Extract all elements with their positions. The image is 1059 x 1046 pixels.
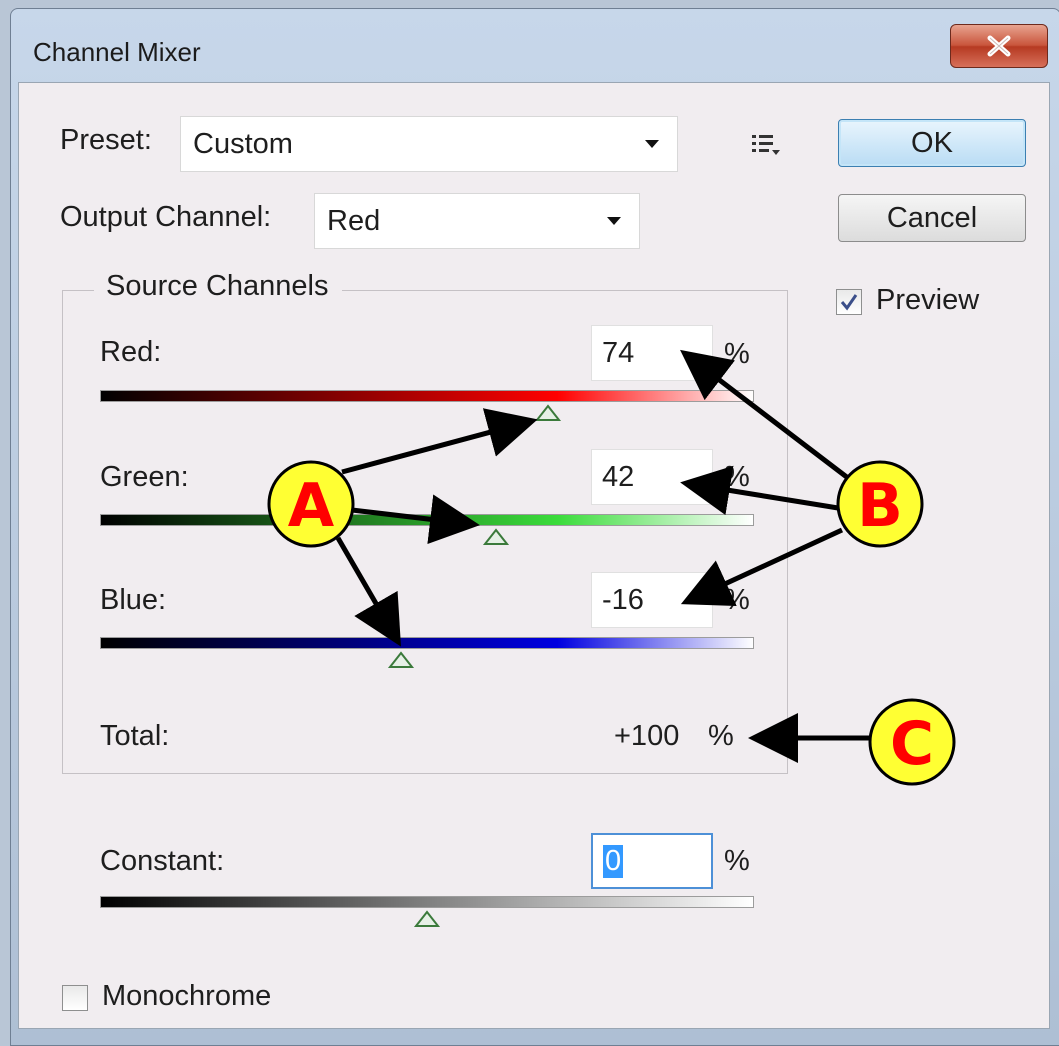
output-channel-value: Red — [327, 204, 381, 237]
constant-percent-label: % — [724, 845, 750, 877]
chevron-down-icon — [645, 140, 659, 148]
constant-label: Constant: — [100, 845, 225, 877]
close-icon — [987, 35, 1011, 57]
red-percent-label: % — [724, 338, 750, 370]
preset-select[interactable]: Custom — [180, 116, 678, 172]
slider-thumb-icon[interactable] — [482, 528, 510, 546]
chevron-down-icon — [607, 217, 621, 225]
checkmark-icon — [840, 294, 858, 311]
constant-slider-track[interactable] — [100, 896, 754, 908]
total-percent-label: % — [708, 720, 734, 752]
constant-value-input[interactable]: 0 — [591, 833, 713, 889]
close-button[interactable] — [950, 24, 1048, 68]
green-slider-track[interactable] — [100, 514, 754, 526]
red-slider-track[interactable] — [100, 390, 754, 402]
blue-slider-track[interactable] — [100, 637, 754, 649]
red-value-input[interactable]: 74 — [591, 325, 713, 381]
blue-value-input[interactable]: -16 — [591, 572, 713, 628]
preview-label: Preview — [876, 284, 980, 316]
monochrome-checkbox[interactable] — [62, 985, 88, 1011]
blue-percent-label: % — [724, 584, 750, 616]
cancel-button[interactable]: Cancel — [838, 194, 1026, 242]
total-value: +100 — [614, 720, 680, 752]
slider-thumb-icon[interactable] — [413, 910, 441, 928]
total-label: Total: — [100, 720, 170, 752]
preset-value: Custom — [193, 127, 293, 160]
output-channel-label: Output Channel: — [60, 201, 272, 233]
output-channel-select[interactable]: Red — [314, 193, 640, 249]
list-menu-icon[interactable] — [750, 133, 786, 159]
preset-label: Preset: — [60, 124, 152, 156]
slider-thumb-icon[interactable] — [387, 651, 415, 669]
slider-thumb-icon[interactable] — [534, 404, 562, 422]
ok-button[interactable]: OK — [838, 119, 1026, 167]
constant-value: 0 — [603, 844, 624, 878]
green-channel-label: Green: — [100, 461, 189, 493]
green-value-input[interactable]: 42 — [591, 449, 713, 505]
dialog-title: Channel Mixer — [33, 37, 201, 67]
green-percent-label: % — [724, 461, 750, 493]
red-channel-label: Red: — [100, 336, 162, 368]
monochrome-label: Monochrome — [102, 980, 272, 1012]
blue-channel-label: Blue: — [100, 584, 167, 616]
title-bar[interactable]: Channel Mixer — [11, 9, 1059, 87]
preview-checkbox[interactable] — [836, 289, 862, 315]
source-channels-title: Source Channels — [94, 270, 343, 303]
